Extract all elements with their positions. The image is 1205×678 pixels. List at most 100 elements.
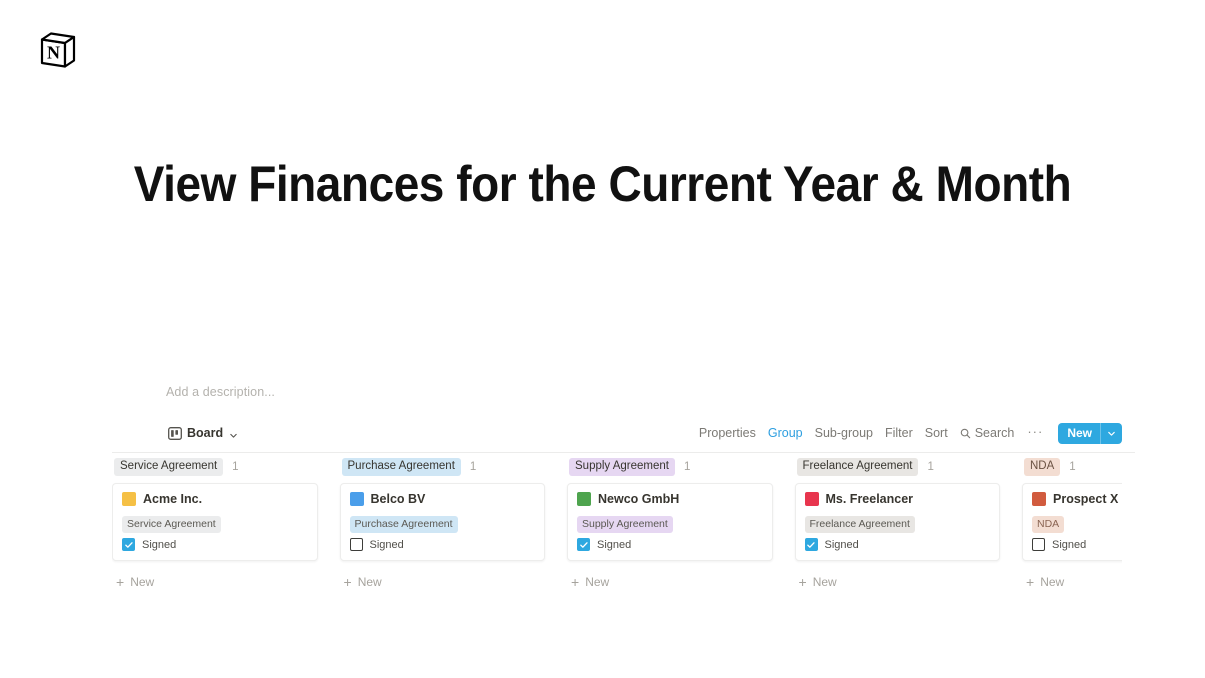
- card-title-row: Belco BV: [349, 492, 536, 506]
- toolbar-filter-button[interactable]: Filter: [879, 421, 919, 445]
- view-tab-label: Board: [187, 426, 224, 440]
- board-column-supply-agreement: Supply Agreement 1 Newco GmbH Supply Agr…: [567, 456, 795, 591]
- toolbar-search-label: Search: [974, 426, 1015, 440]
- database-block: Add a description... Board Properties Gr…: [112, 382, 1122, 448]
- column-card-count: 1: [927, 461, 934, 473]
- search-icon: [960, 428, 971, 439]
- view-tab-board[interactable]: Board: [162, 423, 244, 443]
- toolbar-properties-button[interactable]: Properties: [693, 421, 762, 445]
- toolbar-group-button[interactable]: Group: [762, 421, 809, 445]
- board-card[interactable]: Ms. Freelancer Freelance Agreement Signe…: [794, 483, 1000, 561]
- card-title-row: Newco GmbH: [577, 492, 763, 506]
- new-button[interactable]: New: [1058, 422, 1122, 444]
- svg-text:N: N: [47, 43, 60, 63]
- signed-checkbox-label: Signed: [824, 538, 859, 551]
- database-toolbar: Board Properties Group Sub-group Filter …: [112, 418, 1122, 448]
- add-new-card-button[interactable]: + New: [112, 573, 158, 591]
- column-card-count: 1: [1069, 461, 1076, 473]
- board-card[interactable]: Newco GmbH Supply Agreement Signed: [567, 483, 773, 561]
- toolbar-subgroup-button[interactable]: Sub-group: [809, 421, 879, 445]
- new-button-chevron-down-icon[interactable]: [1101, 423, 1122, 444]
- card-tag: Service Agreement: [122, 516, 221, 533]
- card-tag: Freelance Agreement: [804, 516, 915, 533]
- card-title: Ms. Freelancer: [825, 492, 914, 506]
- toolbar-right-group: Properties Group Sub-group Filter Sort S…: [693, 418, 1122, 448]
- new-button-label: New: [1067, 425, 1092, 440]
- board-card[interactable]: Prospect X NDA Signed: [1022, 483, 1122, 561]
- card-checkbox-row[interactable]: Signed: [577, 538, 763, 551]
- board-column-service-agreement: Service Agreement 1 Acme Inc. Service Ag…: [112, 456, 340, 591]
- column-card-count: 1: [232, 461, 239, 473]
- add-new-card-button[interactable]: + New: [795, 573, 841, 591]
- board-column-purchase-agreement: Purchase Agreement 1 Belco BV Purchase A…: [339, 456, 568, 591]
- card-checkbox-row[interactable]: Signed: [122, 538, 308, 551]
- database-description[interactable]: Add a description...: [112, 382, 1122, 402]
- board-top-divider: [112, 452, 1135, 453]
- card-title-row: Acme Inc.: [122, 492, 308, 506]
- column-group-tag: NDA: [1024, 458, 1061, 476]
- signed-checkbox[interactable]: [577, 538, 590, 551]
- card-tag-row: NDA: [1032, 514, 1122, 533]
- card-checkbox-row[interactable]: Signed: [1032, 538, 1122, 551]
- page-title: View Finances for the Current Year & Mon…: [133, 156, 1072, 212]
- signed-checkbox[interactable]: [122, 538, 135, 551]
- card-title-row: Prospect X: [1032, 492, 1122, 506]
- column-header[interactable]: Purchase Agreement 1: [340, 456, 546, 478]
- add-new-card-button[interactable]: + New: [340, 573, 386, 591]
- signed-checkbox-label: Signed: [369, 538, 404, 551]
- card-color-swatch-icon: [349, 492, 364, 506]
- column-card-count: 1: [683, 461, 691, 473]
- card-checkbox-row[interactable]: Signed: [804, 538, 991, 551]
- column-group-tag: Supply Agreement: [569, 458, 675, 476]
- add-new-card-label: New: [812, 575, 837, 589]
- column-group-tag: Freelance Agreement: [796, 458, 919, 476]
- card-checkbox-row[interactable]: Signed: [349, 538, 536, 551]
- card-color-swatch-icon: [804, 492, 819, 506]
- card-title: Newco GmbH: [598, 492, 680, 506]
- add-new-card-label: New: [1040, 575, 1065, 589]
- column-card-count: 1: [469, 461, 477, 473]
- board-view-icon: [168, 426, 182, 440]
- add-new-card-button[interactable]: + New: [1022, 573, 1068, 591]
- board-scroll-area[interactable]: Service Agreement 1 Acme Inc. Service Ag…: [112, 456, 1122, 596]
- add-new-card-label: New: [585, 575, 610, 589]
- toolbar-search-button[interactable]: Search: [954, 421, 1021, 445]
- board-column-nda: NDA 1 Prospect X NDA Signed + New: [1022, 456, 1122, 591]
- plus-icon: +: [798, 574, 807, 590]
- card-tag-row: Supply Agreement: [577, 514, 763, 533]
- add-new-card-label: New: [130, 575, 155, 589]
- toolbar-more-button[interactable]: ···: [1020, 424, 1050, 443]
- column-header[interactable]: Service Agreement 1: [112, 456, 318, 478]
- signed-checkbox[interactable]: [1032, 538, 1045, 551]
- signed-checkbox[interactable]: [349, 538, 363, 551]
- chevron-down-icon: [229, 429, 238, 438]
- signed-checkbox-label: Signed: [142, 538, 177, 551]
- card-title: Belco BV: [370, 492, 426, 506]
- card-tag-row: Service Agreement: [122, 514, 308, 533]
- board-column-freelance-agreement: Freelance Agreement 1 Ms. Freelancer Fre…: [794, 456, 1023, 591]
- board-card[interactable]: Acme Inc. Service Agreement Signed: [112, 483, 318, 561]
- plus-icon: +: [343, 574, 352, 590]
- card-color-swatch-icon: [122, 492, 136, 506]
- card-tag: Purchase Agreement: [349, 516, 458, 533]
- card-title: Prospect X: [1053, 492, 1119, 506]
- board-card[interactable]: Belco BV Purchase Agreement Signed: [339, 483, 545, 561]
- signed-checkbox[interactable]: [804, 538, 818, 551]
- card-tag: NDA: [1032, 516, 1065, 533]
- signed-checkbox-label: Signed: [597, 538, 632, 551]
- add-new-card-button[interactable]: + New: [567, 573, 613, 591]
- toolbar-sort-button[interactable]: Sort: [919, 421, 954, 445]
- column-header[interactable]: Supply Agreement 1: [567, 456, 773, 478]
- card-tag-row: Purchase Agreement: [349, 514, 536, 533]
- plus-icon: +: [571, 574, 580, 590]
- column-header[interactable]: Freelance Agreement 1: [795, 456, 1001, 478]
- add-new-card-label: New: [357, 575, 382, 589]
- card-color-swatch-icon: [577, 492, 591, 506]
- card-tag-row: Freelance Agreement: [804, 514, 991, 533]
- column-group-tag: Purchase Agreement: [341, 458, 461, 476]
- card-tag: Supply Agreement: [577, 516, 673, 533]
- board-columns: Service Agreement 1 Acme Inc. Service Ag…: [112, 456, 1122, 591]
- notion-logo-icon: N: [38, 30, 78, 70]
- card-color-swatch-icon: [1032, 492, 1046, 506]
- column-header[interactable]: NDA 1: [1022, 456, 1122, 478]
